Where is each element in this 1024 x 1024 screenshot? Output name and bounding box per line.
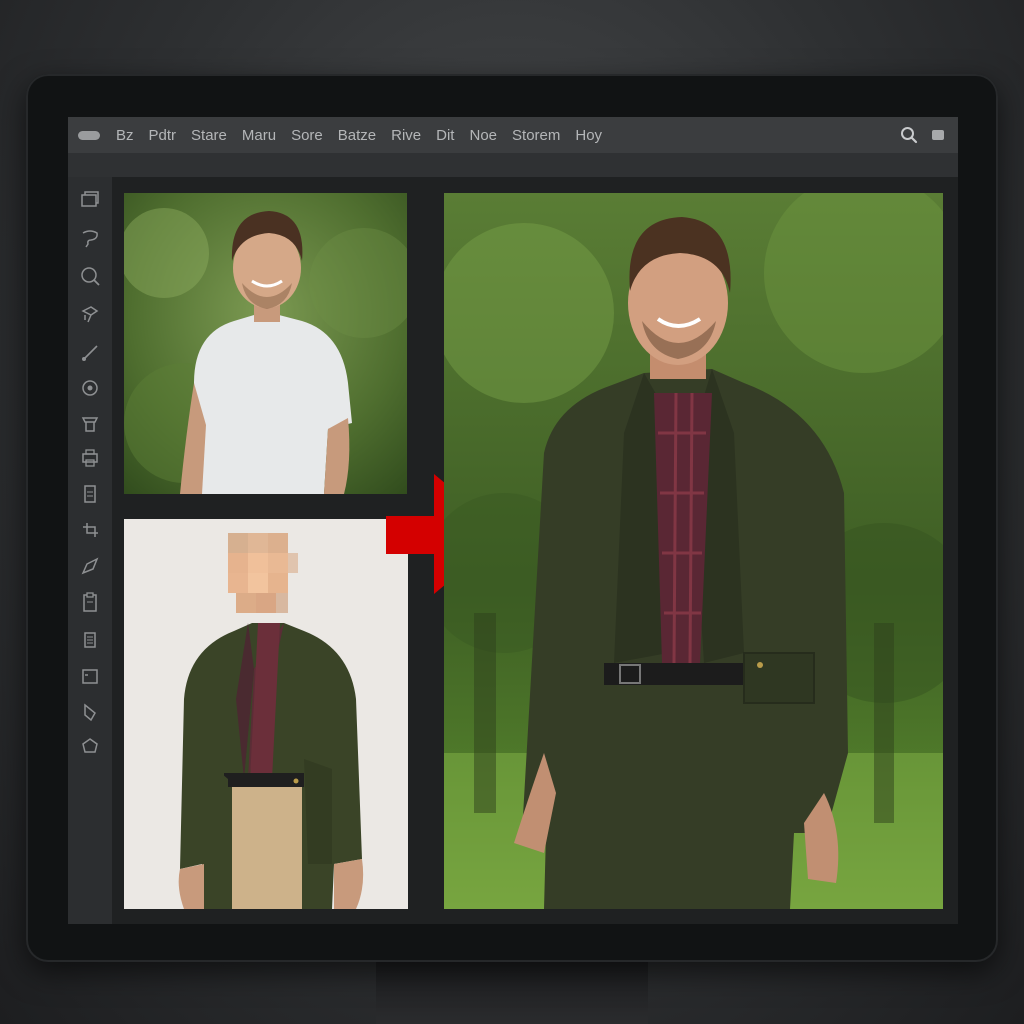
pen-icon[interactable]	[79, 555, 101, 577]
document-icon[interactable]	[79, 483, 101, 505]
menu-toggle-icon[interactable]	[78, 130, 100, 140]
menu-item-rive[interactable]: Rive	[391, 127, 421, 144]
paint-bucket-icon[interactable]	[79, 413, 101, 435]
menu-item-stare[interactable]: Stare	[191, 127, 227, 144]
brush-icon[interactable]	[79, 341, 101, 363]
menu-item-pdtr[interactable]: Pdtr	[149, 127, 177, 144]
app-window: Bz Pdtr Stare Maru Sore Batze Rive Dit N…	[68, 117, 958, 924]
menu-item-dit[interactable]: Dit	[436, 127, 454, 144]
zoom-icon[interactable]	[79, 265, 101, 287]
clipboard-icon[interactable]	[79, 591, 101, 613]
menu-item-storem[interactable]: Storem	[512, 127, 560, 144]
menu-item-batze[interactable]: Batze	[338, 127, 376, 144]
shape-icon[interactable]	[79, 735, 101, 757]
lasso-icon[interactable]	[79, 227, 101, 249]
crop-icon[interactable]	[79, 519, 101, 541]
tool-sidebar	[68, 177, 113, 924]
monitor-stand	[376, 955, 648, 1024]
garment-photo[interactable]	[124, 519, 408, 909]
options-bar	[68, 153, 958, 177]
printer-icon[interactable]	[79, 447, 101, 469]
menu-item-bz[interactable]: Bz	[116, 127, 134, 144]
target-icon[interactable]	[79, 377, 101, 399]
pixelated-face	[228, 533, 298, 613]
result-photo[interactable]	[444, 193, 943, 909]
source-photo[interactable]	[124, 193, 407, 494]
layers-icon[interactable]	[79, 189, 101, 211]
canvas-area	[112, 177, 958, 924]
menu-item-sore[interactable]: Sore	[291, 127, 323, 144]
eraser-icon[interactable]	[79, 701, 101, 723]
menu-bar: Bz Pdtr Stare Maru Sore Batze Rive Dit N…	[68, 117, 958, 153]
list-icon[interactable]	[79, 629, 101, 651]
search-icon[interactable]	[900, 126, 918, 144]
menu-item-noe[interactable]: Noe	[469, 127, 497, 144]
stamp-icon[interactable]	[79, 303, 101, 325]
menu-item-maru[interactable]: Maru	[242, 127, 276, 144]
frame-icon[interactable]	[79, 665, 101, 687]
menu-item-hoy[interactable]: Hoy	[575, 127, 602, 144]
window-icon[interactable]	[932, 130, 944, 140]
